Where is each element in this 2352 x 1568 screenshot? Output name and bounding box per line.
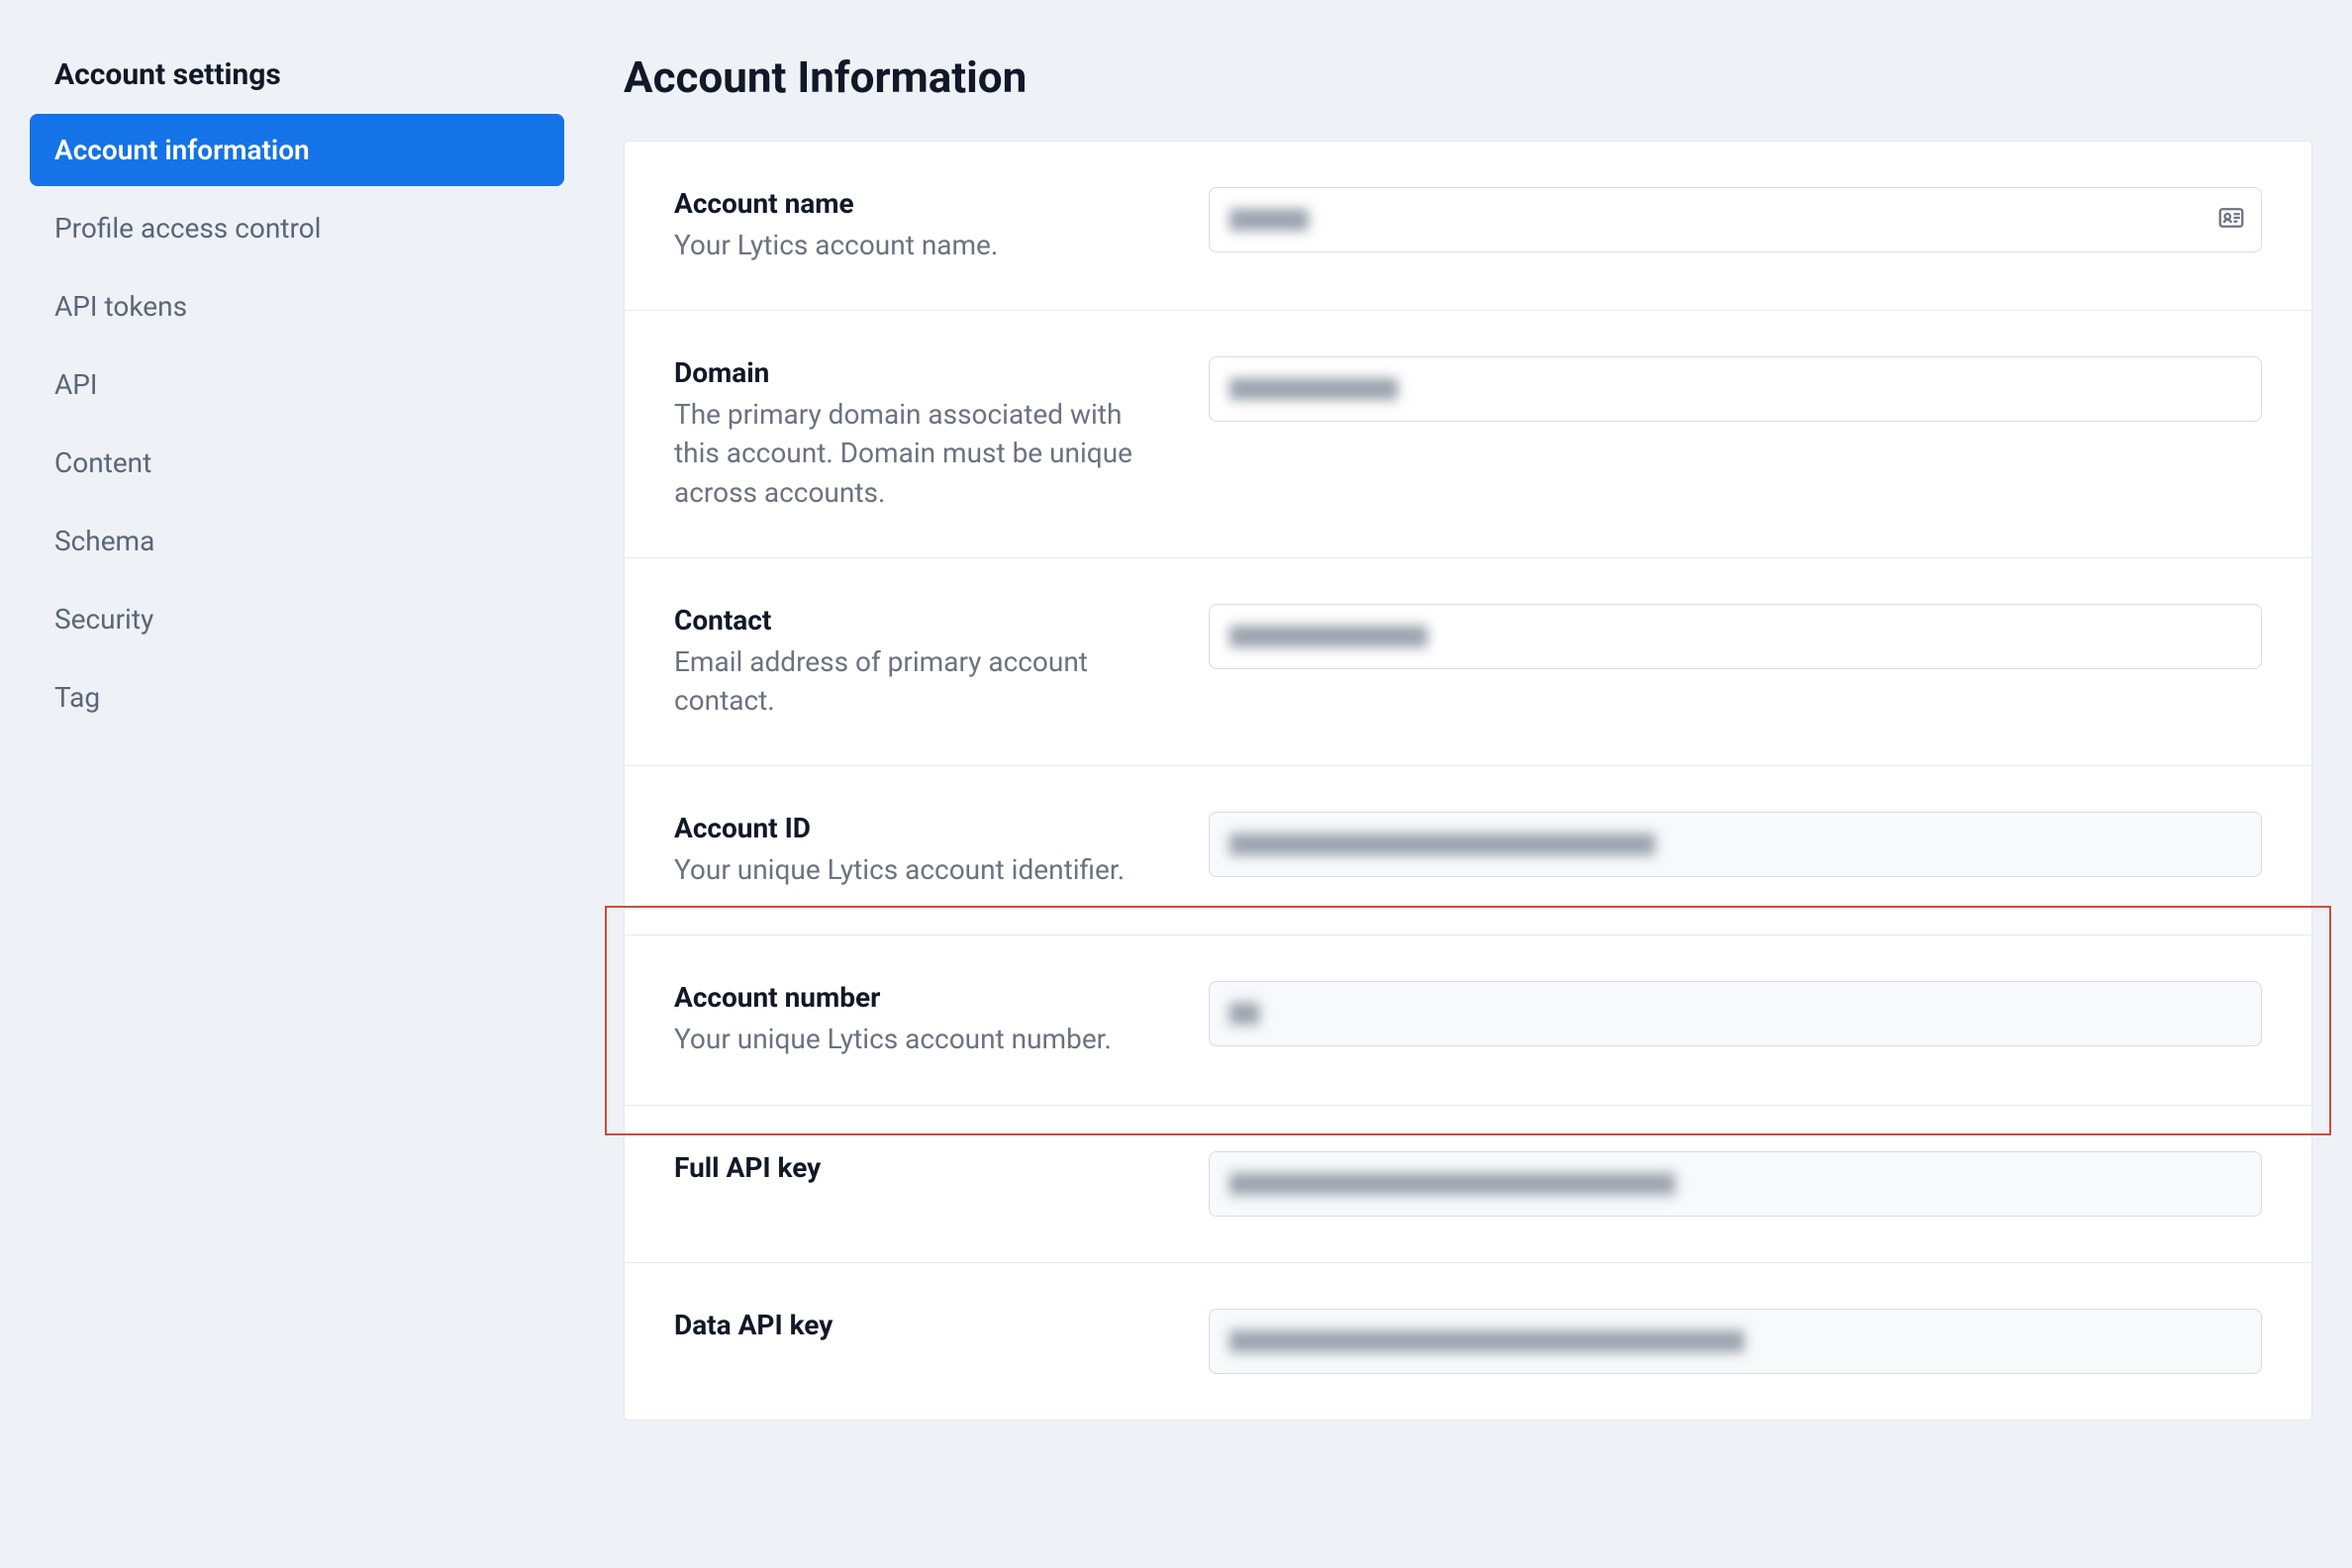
field-label: Data API key bbox=[674, 1309, 1169, 1341]
field-row-data-api-key: Data API key bbox=[625, 1263, 2311, 1420]
field-input-wrap bbox=[1209, 981, 2262, 1046]
field-row-contact: Contact Email address of primary account … bbox=[625, 558, 2311, 766]
field-input bbox=[1209, 1309, 2262, 1374]
field-input-wrap bbox=[1209, 187, 2262, 252]
field-description: The primary domain associated with this … bbox=[674, 395, 1169, 512]
field-input bbox=[1209, 981, 2262, 1046]
field-row-account-name: Account name Your Lytics account name. bbox=[625, 142, 2311, 311]
field-input-wrap bbox=[1209, 604, 2262, 669]
field-meta: Data API key bbox=[674, 1309, 1169, 1347]
sidebar-item-account-information[interactable]: Account information bbox=[30, 114, 564, 186]
field-row-domain: Domain The primary domain associated with… bbox=[625, 311, 2311, 558]
field-label: Contact bbox=[674, 604, 1169, 637]
id-card-icon bbox=[2216, 203, 2246, 237]
field-description: Email address of primary account contact… bbox=[674, 642, 1169, 720]
sidebar-item-content[interactable]: Content bbox=[30, 427, 564, 499]
redacted-value bbox=[1229, 378, 1398, 400]
field-description: Your Lytics account name. bbox=[674, 226, 1169, 264]
sidebar-item-profile-access-control[interactable]: Profile access control bbox=[30, 192, 564, 264]
field-description: Your unique Lytics account identifier. bbox=[674, 850, 1169, 889]
main-content: Account Information Account name Your Lyt… bbox=[624, 40, 2312, 1421]
sidebar-item-schema[interactable]: Schema bbox=[30, 505, 564, 577]
field-label: Full API key bbox=[674, 1151, 1169, 1184]
field-row-full-api-key: Full API key bbox=[625, 1106, 2311, 1263]
field-input[interactable] bbox=[1209, 187, 2262, 252]
redacted-value bbox=[1229, 1003, 1259, 1025]
field-input[interactable] bbox=[1209, 356, 2262, 422]
field-input-wrap bbox=[1209, 1151, 2262, 1217]
field-input-wrap bbox=[1209, 356, 2262, 422]
field-meta: Full API key bbox=[674, 1151, 1169, 1190]
page-title: Account Information bbox=[624, 51, 2312, 103]
redacted-value bbox=[1229, 1173, 1675, 1195]
redacted-value bbox=[1229, 626, 1427, 647]
sidebar-nav: Account informationProfile access contro… bbox=[30, 114, 564, 734]
sidebar-item-tag[interactable]: Tag bbox=[30, 661, 564, 734]
field-description: Your unique Lytics account number. bbox=[674, 1020, 1169, 1058]
field-row-account-number: Account number Your unique Lytics account… bbox=[625, 935, 2311, 1105]
field-input[interactable] bbox=[1209, 604, 2262, 669]
field-row-account-id: Account ID Your unique Lytics account ide… bbox=[625, 766, 2311, 935]
field-label: Account number bbox=[674, 981, 1169, 1014]
redacted-value bbox=[1229, 1330, 1744, 1352]
field-meta: Account ID Your unique Lytics account ide… bbox=[674, 812, 1169, 889]
sidebar-item-api-tokens[interactable]: API tokens bbox=[30, 270, 564, 343]
field-meta: Account number Your unique Lytics account… bbox=[674, 981, 1169, 1058]
field-input-wrap bbox=[1209, 812, 2262, 877]
field-meta: Domain The primary domain associated with… bbox=[674, 356, 1169, 512]
sidebar: Account settings Account informationProf… bbox=[30, 40, 564, 1421]
sidebar-item-security[interactable]: Security bbox=[30, 583, 564, 655]
redacted-value bbox=[1229, 833, 1655, 855]
redacted-value bbox=[1229, 209, 1309, 231]
field-label: Account ID bbox=[674, 812, 1169, 844]
field-label: Domain bbox=[674, 356, 1169, 389]
field-input-wrap bbox=[1209, 1309, 2262, 1374]
field-meta: Account name Your Lytics account name. bbox=[674, 187, 1169, 264]
field-label: Account name bbox=[674, 187, 1169, 220]
field-meta: Contact Email address of primary account … bbox=[674, 604, 1169, 720]
field-input bbox=[1209, 1151, 2262, 1217]
field-input bbox=[1209, 812, 2262, 877]
sidebar-title: Account settings bbox=[30, 57, 564, 114]
sidebar-item-api[interactable]: API bbox=[30, 348, 564, 421]
account-info-panel: Account name Your Lytics account name. Dom… bbox=[624, 141, 2312, 1421]
